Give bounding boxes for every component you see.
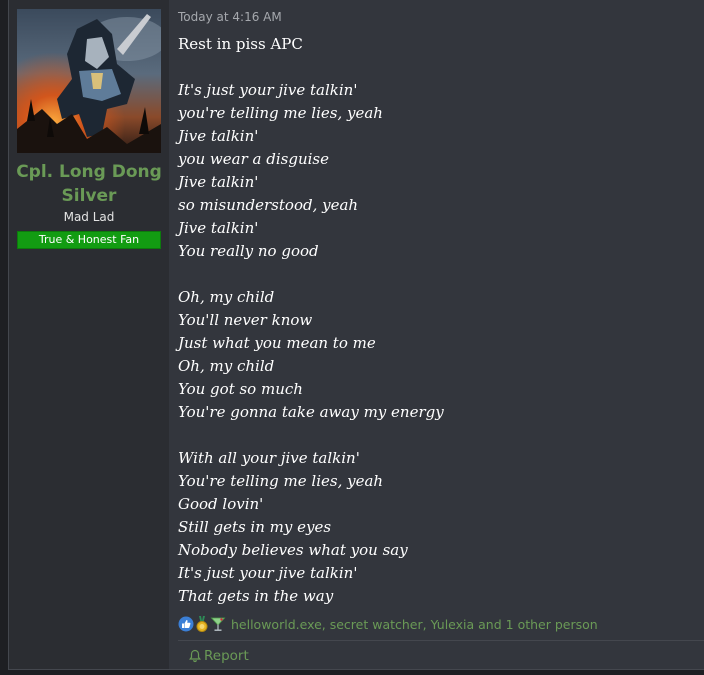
lyric-line: Nobody believes what you say [178,541,408,559]
lyric-line: That gets in the way [178,587,334,605]
message-body: Rest in piss APC It's just your jive tal… [178,33,688,608]
lyric-line: Jive talkin' [178,173,259,191]
message-post: Cpl. Long Dong Silver Mad Lad True & Hon… [8,0,704,670]
lyric-line: Good lovin' [178,495,264,513]
winner-medal-icon[interactable] [194,616,210,632]
lyric-stanza-gap [178,424,688,447]
report-label[interactable]: Report [204,648,249,664]
lyric-line: Just what you mean to me [178,334,376,352]
lyric-line: you wear a disguise [178,150,329,168]
lyric-line: It's just your jive talkin' [178,564,358,582]
user-banner: True & Honest Fan [17,231,161,249]
lyric-line: Jive talkin' [178,127,259,145]
user-title: Mad Lad [63,210,115,224]
message-content: Today at 4:16 AM Rest in piss APC It's j… [178,0,704,669]
lyric-line: You really no good [178,242,319,260]
lyric-stanza-gap [178,263,688,286]
lyrics-block: It's just your jive talkin' you're tellin… [178,79,688,608]
report-link[interactable]: Report [188,647,249,665]
lyric-line: you're telling me lies, yeah [178,104,383,122]
avatar-image [17,9,161,153]
user-sidebar: Cpl. Long Dong Silver Mad Lad True & Hon… [9,0,169,669]
message-first-line: Rest in piss APC [178,35,303,53]
lyric-line: You got so much [178,380,303,398]
user-avatar[interactable] [17,9,161,153]
username[interactable]: Cpl. Long Dong Silver [9,160,169,208]
cocktail-icon[interactable] [210,616,226,632]
lyric-line: With all your jive talkin' [178,449,360,467]
lyric-line: Still gets in my eyes [178,518,332,536]
bell-icon [188,649,202,663]
reactions-bar[interactable]: helloworld.exe, secret watcher, Yulexia … [178,614,688,634]
like-icon[interactable] [178,616,194,632]
post-timestamp[interactable]: Today at 4:16 AM [178,9,282,25]
lyric-line: You're gonna take away my energy [178,403,444,421]
lyric-line: It's just your jive talkin' [178,81,358,99]
lyric-line: You'll never know [178,311,313,329]
lyric-line: Oh, my child [178,288,275,306]
lyric-line: so misunderstood, yeah [178,196,359,214]
lyric-line: Jive talkin' [178,219,259,237]
lyric-line: You're telling me lies, yeah [178,472,384,490]
footer-divider [178,640,704,641]
lyric-line: Oh, my child [178,357,275,375]
reaction-users[interactable]: helloworld.exe, secret watcher, Yulexia … [231,617,598,632]
